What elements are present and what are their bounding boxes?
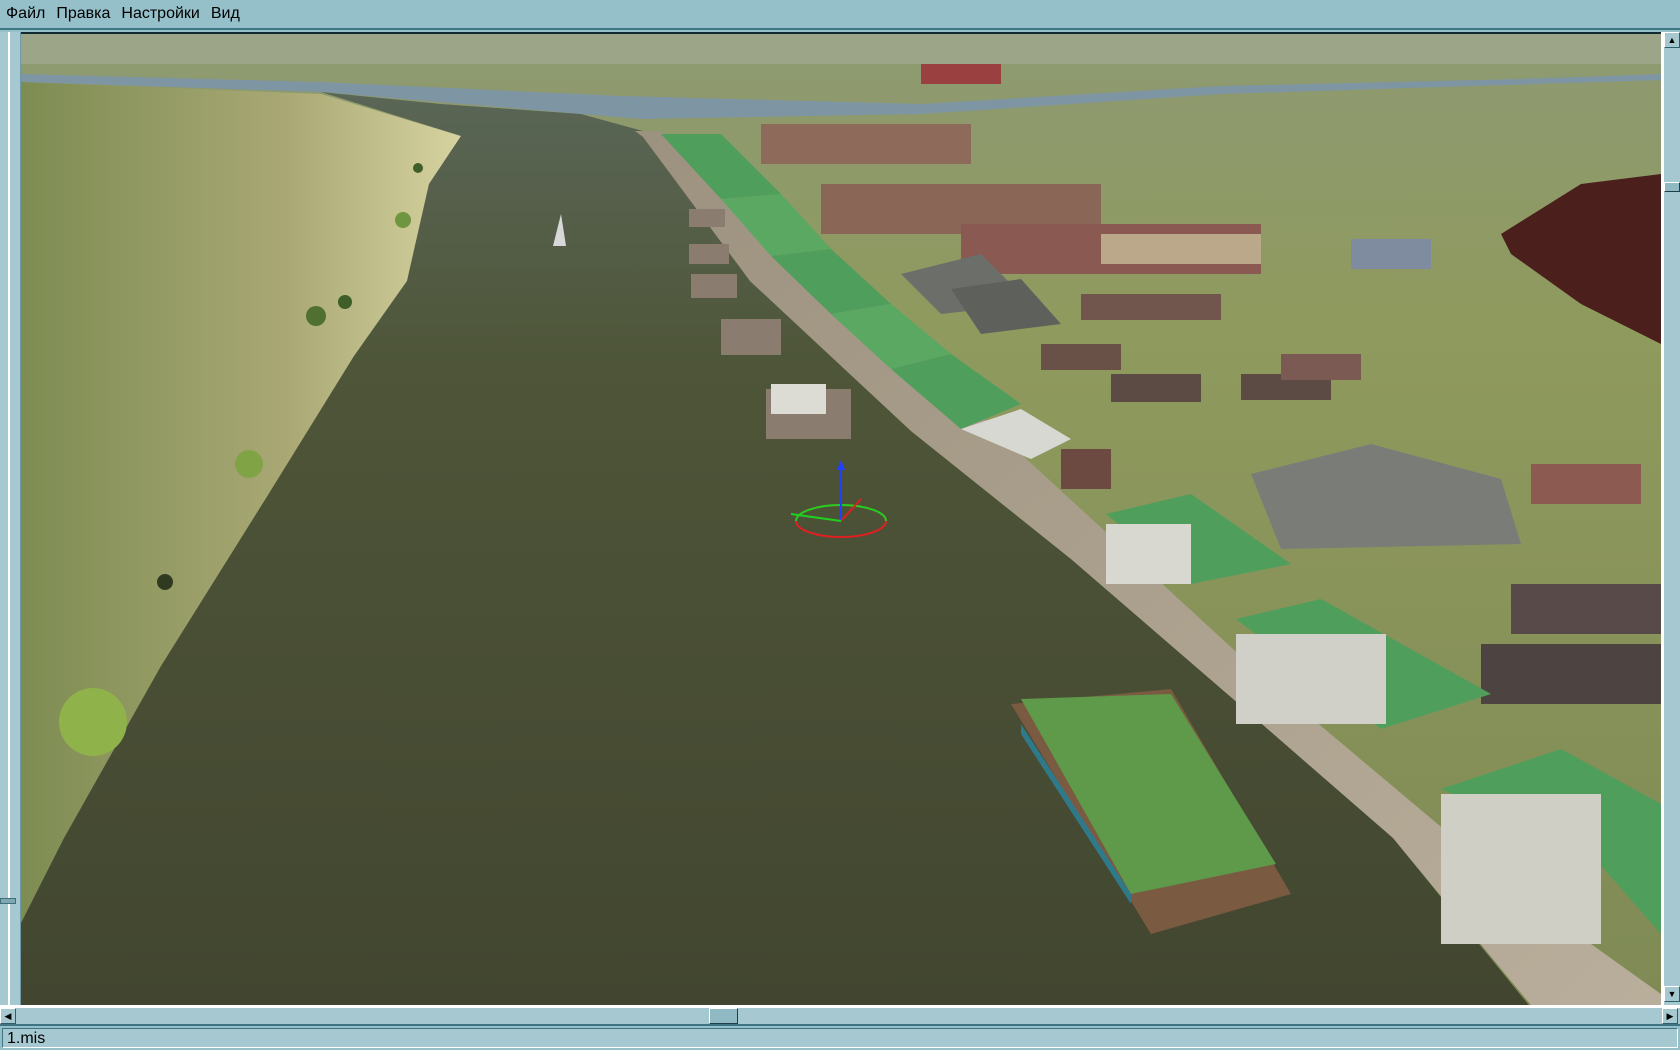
scroll-down-button[interactable]: ▼: [1664, 986, 1680, 1002]
scroll-up-button[interactable]: ▲: [1664, 32, 1680, 48]
scroll-left-button[interactable]: ◀: [0, 1008, 16, 1024]
horizontal-scroll-thumb[interactable]: [709, 1008, 738, 1024]
horizon: [21, 34, 1661, 64]
status-filename: 1.mis: [2, 1028, 1678, 1048]
3d-viewport[interactable]: [21, 32, 1661, 1005]
vertical-scroll-thumb[interactable]: [1664, 182, 1680, 192]
menu-settings[interactable]: Настройки: [115, 5, 204, 23]
splitter-line: [8, 32, 10, 1005]
scroll-right-button[interactable]: ▶: [1662, 1008, 1678, 1024]
arrow-left-icon: ◀: [4, 1010, 12, 1021]
arrow-up-icon: ▲: [1667, 34, 1677, 45]
arrow-down-icon: ▼: [1667, 988, 1677, 999]
menu-file[interactable]: Файл: [0, 5, 50, 23]
status-bar: 1.mis: [0, 1024, 1680, 1050]
splitter-handle[interactable]: [0, 898, 16, 904]
left-splitter[interactable]: [0, 32, 21, 1005]
arrow-right-icon: ▶: [1666, 1010, 1674, 1021]
menu-edit[interactable]: Правка: [50, 5, 115, 23]
scene-canvas[interactable]: [21, 34, 1661, 1005]
menu-view[interactable]: Вид: [205, 5, 245, 23]
vertical-scrollbar[interactable]: ▲ ▼: [1661, 32, 1680, 1005]
horizontal-scrollbar[interactable]: ◀ ▶: [0, 1005, 1680, 1024]
menu-bar: Файл Правка Настройки Вид: [0, 0, 1680, 30]
